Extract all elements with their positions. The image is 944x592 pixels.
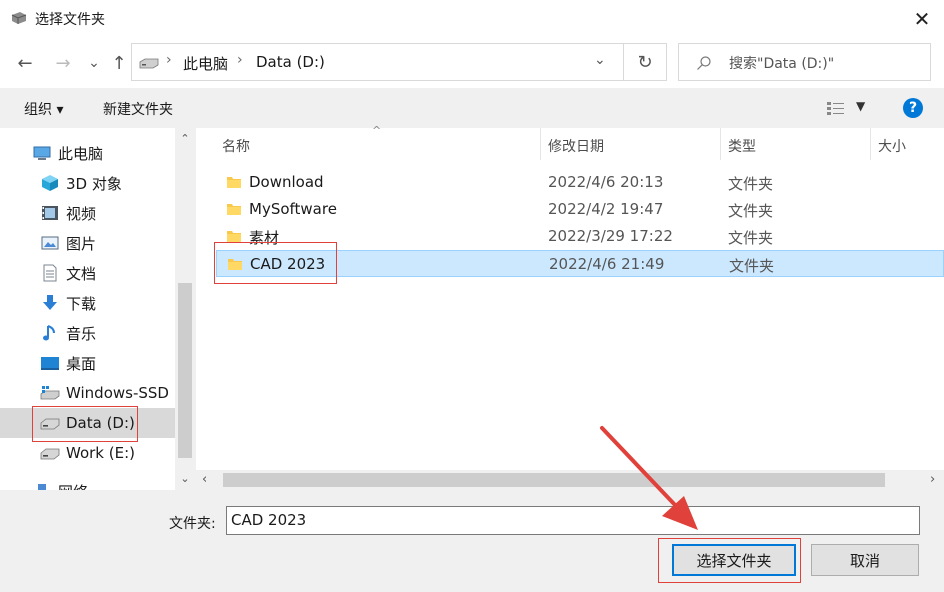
file-modified: 2022/4/6 21:49: [549, 255, 665, 273]
column-divider[interactable]: [540, 128, 541, 160]
file-type: 文件夹: [728, 175, 774, 193]
sidebar-item[interactable]: 音乐: [0, 318, 175, 348]
sidebar-scrollbar[interactable]: ⌃ ⌄: [175, 128, 195, 490]
title-bar: [0, 0, 944, 38]
drive-icon: [139, 58, 159, 69]
sidebar-item[interactable]: 文档: [0, 258, 175, 288]
column-header-modified[interactable]: 修改日期: [548, 136, 604, 156]
back-button[interactable]: ←: [12, 50, 38, 76]
sidebar-item-label: 下载: [66, 294, 97, 313]
horizontal-scroll-thumb[interactable]: [223, 473, 885, 487]
file-type: 文件夹: [729, 257, 775, 275]
help-button[interactable]: ?: [903, 98, 923, 118]
folder-icon: [226, 175, 242, 189]
file-modified: 2022/4/6 20:13: [548, 173, 664, 191]
annotation-highlight-box: [32, 406, 138, 442]
new-folder-button[interactable]: 新建文件夹: [103, 99, 173, 119]
sidebar-item[interactable]: Work (E:): [0, 438, 175, 468]
sidebar-item[interactable]: 桌面: [0, 348, 175, 378]
column-divider[interactable]: [870, 128, 871, 160]
column-divider[interactable]: [720, 128, 721, 160]
sidebar-item[interactable]: 图片: [0, 228, 175, 258]
search-box[interactable]: 搜索"Data (D:)": [678, 43, 931, 81]
annotation-arrow-icon: [600, 426, 698, 530]
file-list-scrollbar[interactable]: ‹ ›: [196, 470, 944, 490]
video-icon: [40, 204, 60, 222]
sidebar-item-label: 文档: [66, 264, 97, 283]
file-name: MySoftware: [249, 200, 337, 218]
column-header-type[interactable]: 类型: [728, 136, 756, 156]
sidebar-item[interactable]: 视频: [0, 198, 175, 228]
chevron-right-icon: ›: [237, 52, 243, 68]
sidebar-item[interactable]: 下载: [0, 288, 175, 318]
refresh-button[interactable]: ↻: [623, 43, 667, 81]
scroll-right-arrow-icon[interactable]: ›: [930, 472, 935, 487]
sidebar-item[interactable]: 此电脑: [0, 138, 175, 168]
desktop-icon: [40, 354, 60, 372]
picture-icon: [40, 234, 60, 252]
up-button[interactable]: ↑: [106, 50, 132, 76]
address-bar[interactable]: › 此电脑 › Data (D:) ⌄: [131, 43, 654, 81]
file-row[interactable]: MySoftware 2022/4/2 19:47 文件夹: [216, 196, 944, 223]
sidebar-item-label: Windows-SSD (: [66, 384, 180, 402]
scroll-up-arrow-icon[interactable]: ⌃: [175, 128, 195, 148]
sidebar-item[interactable]: 3D 对象: [0, 168, 175, 198]
music-icon: [40, 324, 60, 342]
sidebar-item-label: 视频: [66, 204, 97, 223]
annotation-highlight-box: [658, 538, 801, 583]
cancel-button[interactable]: 取消: [811, 544, 919, 576]
sidebar-item-label: 图片: [66, 234, 97, 253]
breadcrumb-data-drive[interactable]: Data (D:): [256, 53, 325, 71]
recent-locations-button[interactable]: ⌄: [81, 50, 107, 76]
file-type: 文件夹: [728, 202, 774, 220]
forward-button[interactable]: →: [50, 50, 76, 76]
address-dropdown-icon[interactable]: ⌄: [594, 52, 606, 68]
pc-icon: [32, 144, 52, 162]
drive-icon: [40, 444, 60, 462]
cube-3d-icon: [40, 174, 60, 192]
column-header-name[interactable]: 名称: [222, 136, 250, 156]
search-input[interactable]: 搜索"Data (D:)": [729, 53, 834, 73]
windows-drive-icon: [40, 384, 60, 402]
download-icon: [40, 294, 60, 312]
folder-name-input[interactable]: CAD 2023: [226, 506, 920, 535]
view-options-icon[interactable]: [826, 100, 846, 116]
search-icon: [697, 56, 711, 70]
drive-icon: [11, 12, 27, 24]
window-title: 选择文件夹: [35, 12, 105, 28]
sidebar-item-label: 3D 对象: [66, 174, 122, 193]
file-type: 文件夹: [728, 229, 774, 247]
column-header-size[interactable]: 大小: [878, 136, 906, 156]
sidebar-item-label: 此电脑: [58, 144, 104, 163]
file-row[interactable]: Download 2022/4/6 20:13 文件夹: [216, 169, 944, 196]
annotation-highlight-box: [214, 242, 337, 284]
document-icon: [40, 264, 60, 282]
sidebar-item-label: 桌面: [66, 354, 97, 373]
close-button[interactable]: ✕: [904, 4, 940, 34]
chevron-right-icon: ›: [166, 52, 172, 68]
sort-ascending-icon: ^: [372, 124, 382, 137]
sidebar-item-label: 音乐: [66, 324, 97, 343]
sidebar-item[interactable]: Windows-SSD (: [0, 378, 180, 408]
organize-menu-button[interactable]: 组织 ▾: [24, 99, 63, 119]
breadcrumb-this-pc[interactable]: 此电脑: [183, 53, 228, 74]
scroll-down-arrow-icon[interactable]: ⌄: [175, 468, 195, 488]
sidebar-scroll-thumb[interactable]: [178, 283, 192, 458]
folder-icon: [226, 202, 242, 216]
sidebar-item-label: Work (E:): [66, 444, 135, 462]
folder-field-label: 文件夹:: [169, 516, 216, 532]
scroll-left-arrow-icon[interactable]: ‹: [202, 472, 207, 487]
view-dropdown-icon[interactable]: ▼: [856, 99, 865, 113]
file-modified: 2022/3/29 17:22: [548, 227, 673, 245]
folder-icon: [226, 229, 242, 243]
file-modified: 2022/4/2 19:47: [548, 200, 664, 218]
file-name: Download: [249, 173, 324, 191]
